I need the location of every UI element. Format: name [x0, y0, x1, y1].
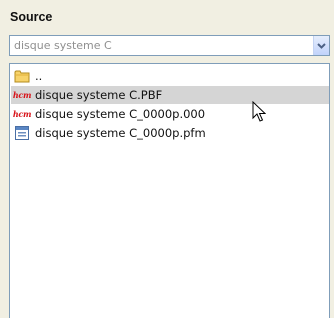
source-drive-select[interactable]: disque systeme C [9, 35, 330, 56]
chevron-down-icon[interactable] [313, 36, 329, 55]
hcm-file-icon: hcm [12, 90, 32, 100]
list-item-label: disque systeme C.PBF [35, 88, 163, 102]
list-item-file[interactable]: hcm disque systeme C.PBF [11, 86, 329, 104]
pfm-file-icon [14, 125, 30, 141]
list-item-file[interactable]: disque systeme C_0000p.pfm [11, 124, 329, 142]
list-item-label: disque systeme C_0000p.pfm [35, 126, 206, 140]
list-item-file[interactable]: hcm disque systeme C_0000p.000 [11, 105, 329, 123]
list-item-label: disque systeme C_0000p.000 [35, 107, 206, 121]
mouse-pointer-icon [252, 100, 267, 127]
panel-title: Source [10, 10, 53, 24]
source-drive-value: disque systeme C [14, 39, 112, 52]
hcm-file-icon: hcm [12, 109, 32, 119]
file-list[interactable]: .. hcm disque systeme C.PBF hcm disque s… [9, 63, 330, 318]
folder-icon [14, 68, 30, 84]
list-item-parent-folder[interactable]: .. [11, 67, 329, 85]
list-item-label: .. [35, 69, 43, 83]
